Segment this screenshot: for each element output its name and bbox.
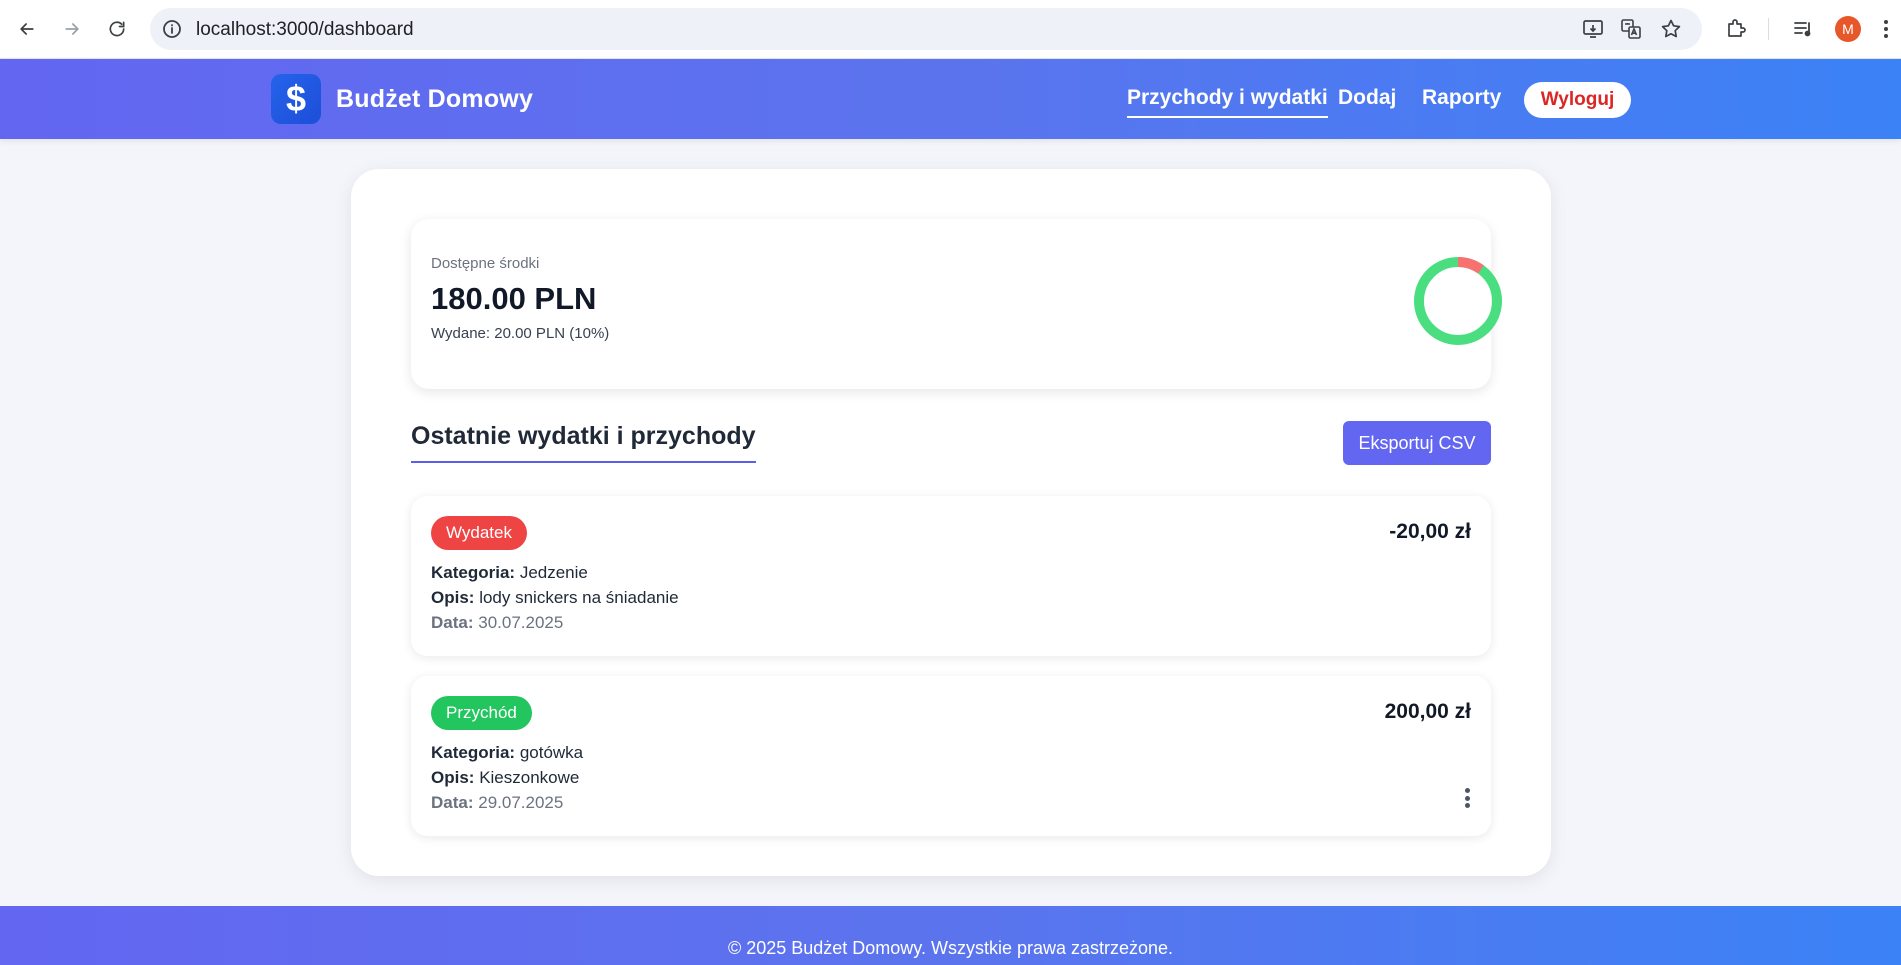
category-value: Jedzenie (519, 563, 588, 582)
description-value: lody snickers na śniadanie (479, 588, 679, 607)
description-label: Opis: (431, 768, 475, 787)
transaction-amount: 200,00 zł (1384, 700, 1471, 723)
transaction-description: Opis: Kieszonkowe (431, 768, 579, 788)
donut-available-arc (1414, 257, 1502, 345)
category-value: gotówka (519, 743, 584, 762)
app-header: $ Budżet Domowy Przychody i wydatki Doda… (0, 59, 1901, 139)
balance-amount: 180.00 PLN (431, 281, 597, 316)
address-bar[interactable]: localhost:3000/dashboard (150, 8, 1702, 50)
extensions-icon[interactable] (1725, 18, 1747, 40)
more-options-icon[interactable] (1456, 785, 1478, 811)
transaction-date: Data: 30.07.2025 (431, 613, 563, 633)
transaction-type-badge: Wydatek (431, 516, 527, 550)
transaction-category: Kategoria: gotówka (431, 743, 583, 763)
bookmark-star-icon[interactable] (1660, 18, 1682, 40)
date-label: Data: (431, 793, 474, 812)
balance-card: Dostępne środki 180.00 PLN Wydane: 20.00… (411, 219, 1502, 389)
app-footer: © 2025 Budżet Domowy. Wszystkie prawa za… (0, 906, 1901, 965)
brand-title[interactable]: Budżet Domowy (336, 85, 533, 114)
toolbar-divider (1768, 18, 1769, 40)
export-csv-button[interactable]: Eksportuj CSV (1343, 421, 1491, 465)
transaction-description: Opis: lody snickers na śniadanie (431, 588, 679, 608)
translate-icon[interactable] (1620, 18, 1642, 40)
dashboard-container: Dostępne środki 180.00 PLN Wydane: 20.00… (351, 169, 1551, 876)
site-info-icon[interactable] (162, 19, 182, 39)
category-label: Kategoria: (431, 743, 516, 762)
balance-label: Dostępne środki (431, 255, 540, 272)
nav-add[interactable]: Dodaj (1338, 86, 1396, 110)
spent-summary: Wydane: 20.00 PLN (10%) (431, 325, 610, 342)
profile-avatar[interactable]: M (1835, 16, 1861, 42)
section-title: Ostatnie wydatki i przychody (411, 422, 756, 463)
transaction-category: Kategoria: Jedzenie (431, 563, 588, 583)
description-label: Opis: (431, 588, 475, 607)
browser-menu-icon[interactable] (1880, 18, 1892, 40)
forward-icon[interactable] (55, 12, 89, 46)
logout-button[interactable]: Wyloguj (1524, 82, 1631, 118)
back-icon[interactable] (10, 12, 44, 46)
date-value: 29.07.2025 (478, 793, 564, 812)
date-label: Data: (431, 613, 474, 632)
transaction-type-badge: Przychód (431, 696, 532, 730)
browser-toolbar: localhost:3000/dashboard M (0, 0, 1901, 59)
install-app-icon[interactable] (1582, 18, 1604, 40)
nav-reports[interactable]: Raporty (1422, 86, 1501, 110)
date-value: 30.07.2025 (478, 613, 564, 632)
url-text: localhost:3000/dashboard (196, 19, 414, 40)
description-value: Kieszonkowe (479, 768, 580, 787)
transaction-card[interactable]: Wydatek -20,00 zł Kategoria: Jedzenie Op… (411, 496, 1491, 656)
reload-icon[interactable] (100, 12, 134, 46)
footer-copyright: © 2025 Budżet Domowy. Wszystkie prawa za… (727, 938, 1174, 958)
media-controls-icon[interactable] (1792, 18, 1814, 40)
spending-donut-chart (1414, 257, 1502, 345)
nav-income-expenses[interactable]: Przychody i wydatki (1127, 86, 1328, 118)
transaction-date: Data: 29.07.2025 (431, 793, 563, 813)
transaction-card[interactable]: Przychód 200,00 zł Kategoria: gotówka Op… (411, 676, 1491, 836)
dollar-logo-icon: $ (271, 74, 321, 124)
category-label: Kategoria: (431, 563, 516, 582)
transaction-amount: -20,00 zł (1389, 520, 1471, 543)
